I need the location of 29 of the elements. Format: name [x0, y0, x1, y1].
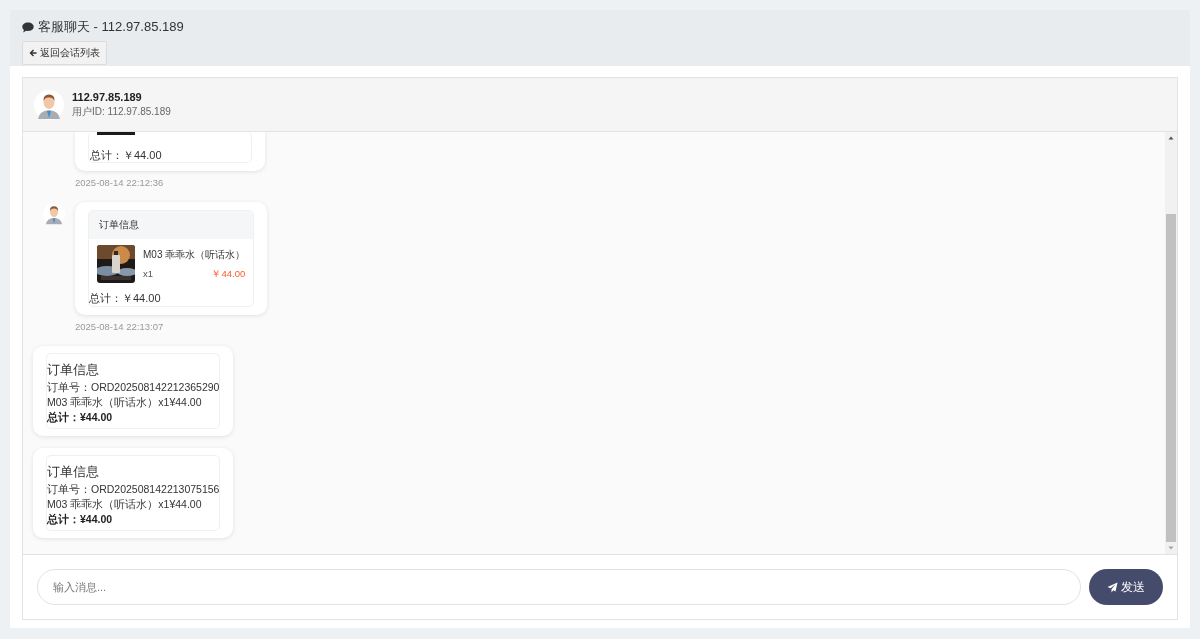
message-time: 2025-08-14 22:13:07 [75, 321, 165, 332]
product-image-edge [97, 132, 135, 135]
user-id: 用户ID: 112.97.85.189 [72, 104, 171, 119]
chat-bubble-icon [22, 21, 34, 33]
product-price: ￥44.00 [211, 267, 246, 281]
page-title: 客服聊天 - 112.97.85.189 [38, 18, 184, 36]
order-total: 总计：￥44.00 [89, 148, 163, 162]
product-quantity: x1 [143, 267, 154, 281]
order-total: 总计：￥44.00 [89, 291, 162, 306]
order-total: 总计：¥44.00 [47, 512, 114, 527]
paper-plane-icon [1107, 581, 1118, 593]
order-number: 订单号：ORD202508142212365290 [47, 380, 220, 395]
message-time: 2025-08-14 22:12:36 [75, 177, 165, 188]
order-total: 总计：¥44.00 [47, 410, 114, 425]
avatar-icon [34, 89, 64, 120]
message-input[interactable]: 输入消息... [37, 569, 1081, 605]
send-button[interactable]: 发送 [1089, 569, 1163, 605]
scrollbar[interactable] [1165, 132, 1177, 554]
order-title: 订单信息 [47, 464, 100, 479]
avatar-icon [43, 203, 65, 225]
back-button[interactable]: 返回会话列表 [22, 41, 107, 65]
order-title: 订单信息 [47, 362, 100, 377]
order-item: M03 乖乖水（听话水）x1¥44.00 [47, 395, 203, 410]
product-name: M03 乖乖水（听话水） [143, 247, 246, 262]
order-number: 订单号：ORD202508142213075156 [47, 482, 220, 497]
order-item: M03 乖乖水（听话水）x1¥44.00 [47, 497, 203, 512]
contact-name: 112.97.85.189 [72, 90, 143, 103]
order-card-title: 订单信息 [89, 211, 254, 239]
arrow-left-icon [29, 49, 37, 57]
